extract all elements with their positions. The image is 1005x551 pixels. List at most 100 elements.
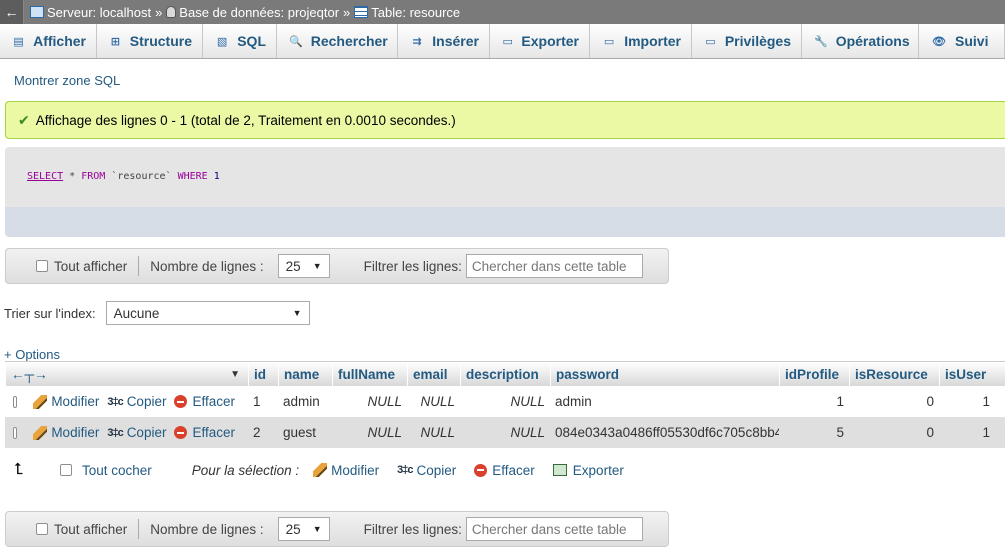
breadcrumb-database[interactable]: Base de données: projeqtor » <box>166 5 354 20</box>
show-all-checkbox[interactable] <box>36 523 48 535</box>
tab-privileges[interactable]: ▭ Privilèges <box>692 24 802 58</box>
sql-query-text[interactable]: SELECT * FROM `resource` WHERE 1 <box>27 171 220 182</box>
bulk-copy-button[interactable]: 3‡c Copier <box>397 463 456 478</box>
filter-rows-label: Filtrer les lignes: <box>363 258 462 274</box>
column-header-isuser[interactable]: isUser <box>939 361 995 387</box>
cell-email[interactable]: NULL <box>407 386 460 417</box>
breadcrumb-table-label: Table: resource <box>371 4 461 20</box>
server-icon <box>30 6 44 18</box>
cell-description[interactable]: NULL <box>460 386 550 417</box>
search-icon: 🔍 <box>289 35 303 48</box>
bulk-export-button[interactable]: Exporter <box>552 463 624 478</box>
privileges-icon: ▭ <box>705 35 716 48</box>
chevron-down-icon: ▼ <box>312 524 322 534</box>
table-row: Modifier 3‡c Copier Effacer 1 admin NULL … <box>5 386 1005 417</box>
back-icon[interactable]: ← <box>0 0 24 24</box>
copy-icon: 3‡c <box>397 464 413 476</box>
rows-count-select[interactable]: 25 ▼ <box>277 517 330 541</box>
column-header-email[interactable]: email <box>407 361 460 387</box>
structure-icon: ⊞ <box>110 35 120 48</box>
cell-isresource[interactable]: 0 <box>849 417 939 448</box>
row-actions: Modifier 3‡c Copier Effacer <box>5 386 248 417</box>
cell-password[interactable]: admin <box>550 386 779 417</box>
show-sql-link[interactable]: Montrer zone SQL <box>14 73 120 88</box>
breadcrumb-table[interactable]: Table: resource <box>354 5 460 20</box>
sort-by-index-select[interactable]: Aucune ▼ <box>105 301 310 325</box>
copy-row-button[interactable]: 3‡c Copier <box>107 425 166 440</box>
bulk-actions: ⮤ Tout cocher Pour la sélection : Modifi… <box>14 461 632 479</box>
cell-email[interactable]: NULL <box>407 417 460 448</box>
sort-by-index-value: Aucune <box>113 305 160 321</box>
cell-fullname[interactable]: NULL <box>332 386 407 417</box>
copy-icon: 3‡c <box>107 395 123 408</box>
sql-icon: ▧ <box>216 35 228 48</box>
breadcrumb-database-label: Base de données: projeqtor <box>179 4 340 20</box>
edit-row-button[interactable]: Modifier <box>33 425 99 440</box>
tab-insert[interactable]: ⇉ Insérer <box>398 24 490 58</box>
column-resize-handle[interactable]: ←┬→ ▼ <box>5 361 248 387</box>
cell-name[interactable]: guest <box>278 417 332 448</box>
cell-name[interactable]: admin <box>278 386 332 417</box>
chevron-down-icon[interactable]: ▼ <box>230 369 240 380</box>
row-checkbox[interactable] <box>13 395 18 408</box>
column-header-password[interactable]: password <box>550 361 779 387</box>
row-checkbox[interactable] <box>13 426 18 439</box>
cell-id[interactable]: 2 <box>248 417 278 448</box>
cell-isuser[interactable]: 1 <box>939 417 995 448</box>
rows-count-value: 25 <box>285 258 301 274</box>
delete-icon <box>174 395 188 408</box>
tab-browse[interactable]: ▤ Afficher <box>0 24 97 58</box>
tab-structure[interactable]: ⊞ Structure <box>97 24 203 58</box>
delete-icon <box>474 463 488 477</box>
copy-row-button[interactable]: 3‡c Copier <box>107 394 166 409</box>
sql-keyword-select[interactable]: SELECT <box>27 171 63 182</box>
cell-description[interactable]: NULL <box>460 417 550 448</box>
column-header-id[interactable]: id <box>248 361 278 387</box>
copy-label: Copier <box>126 394 167 409</box>
column-header-name[interactable]: name <box>278 361 332 387</box>
column-header-idprofile[interactable]: idProfile <box>779 361 849 387</box>
tab-import[interactable]: ▭ Importer <box>590 24 692 58</box>
options-link[interactable]: + Options <box>4 347 60 362</box>
column-header-fullname[interactable]: fullName <box>332 361 407 387</box>
delete-label: Effacer <box>192 394 235 409</box>
delete-row-button[interactable]: Effacer <box>174 425 235 440</box>
rows-count-select[interactable]: 25 ▼ <box>277 254 330 278</box>
breadcrumb-server[interactable]: Serveur: localhost » <box>30 5 166 20</box>
divider <box>138 519 140 539</box>
tab-sql[interactable]: ▧ SQL <box>203 24 277 58</box>
check-all-checkbox[interactable] <box>60 464 72 476</box>
tab-search[interactable]: 🔍 Rechercher <box>277 24 398 58</box>
success-message-text: Affichage des lignes 0 - 1 (total de 2, … <box>35 112 456 128</box>
delete-row-button[interactable]: Effacer <box>174 394 235 409</box>
column-header-isresource[interactable]: isResource <box>849 361 939 387</box>
sql-keyword-from: FROM <box>81 171 106 182</box>
filter-rows-input[interactable]: Chercher dans cette table <box>465 517 643 541</box>
show-all-label: Tout afficher <box>54 258 128 274</box>
cell-id[interactable]: 1 <box>248 386 278 417</box>
sql-value: 1 <box>213 171 220 182</box>
show-all-checkbox[interactable] <box>36 260 48 272</box>
sort-by-index-label: Trier sur l'index: <box>4 305 96 321</box>
bulk-delete-button[interactable]: Effacer <box>474 463 535 478</box>
tab-export[interactable]: ▭ Exporter <box>490 24 590 58</box>
tab-operations[interactable]: 🔧 Opérations <box>802 24 919 58</box>
tab-tracking[interactable]: 👁 Suivi <box>919 24 1005 58</box>
cell-isresource[interactable]: 0 <box>849 386 939 417</box>
cell-idprofile[interactable]: 1 <box>779 386 849 417</box>
check-all-link[interactable]: Tout cocher <box>82 463 152 478</box>
row-actions: Modifier 3‡c Copier Effacer <box>5 417 248 448</box>
filter-rows-input[interactable]: Chercher dans cette table <box>465 254 643 278</box>
delete-label: Effacer <box>192 425 235 440</box>
edit-row-button[interactable]: Modifier <box>33 394 99 409</box>
navigation-bar-bottom: Tout afficher Nombre de lignes : 25 ▼ Fil… <box>5 511 669 547</box>
tab-sql-label: SQL <box>237 33 266 49</box>
chevron-down-icon: ▼ <box>292 308 302 318</box>
cell-password[interactable]: 084e0343a0486ff05530df6c705c8bb4 <box>550 417 779 448</box>
bulk-edit-button[interactable]: Modifier <box>313 463 379 478</box>
tab-browse-label: Afficher <box>33 33 86 49</box>
column-header-description[interactable]: description <box>460 361 550 387</box>
cell-isuser[interactable]: 1 <box>939 386 995 417</box>
cell-idprofile[interactable]: 5 <box>779 417 849 448</box>
cell-fullname[interactable]: NULL <box>332 417 407 448</box>
